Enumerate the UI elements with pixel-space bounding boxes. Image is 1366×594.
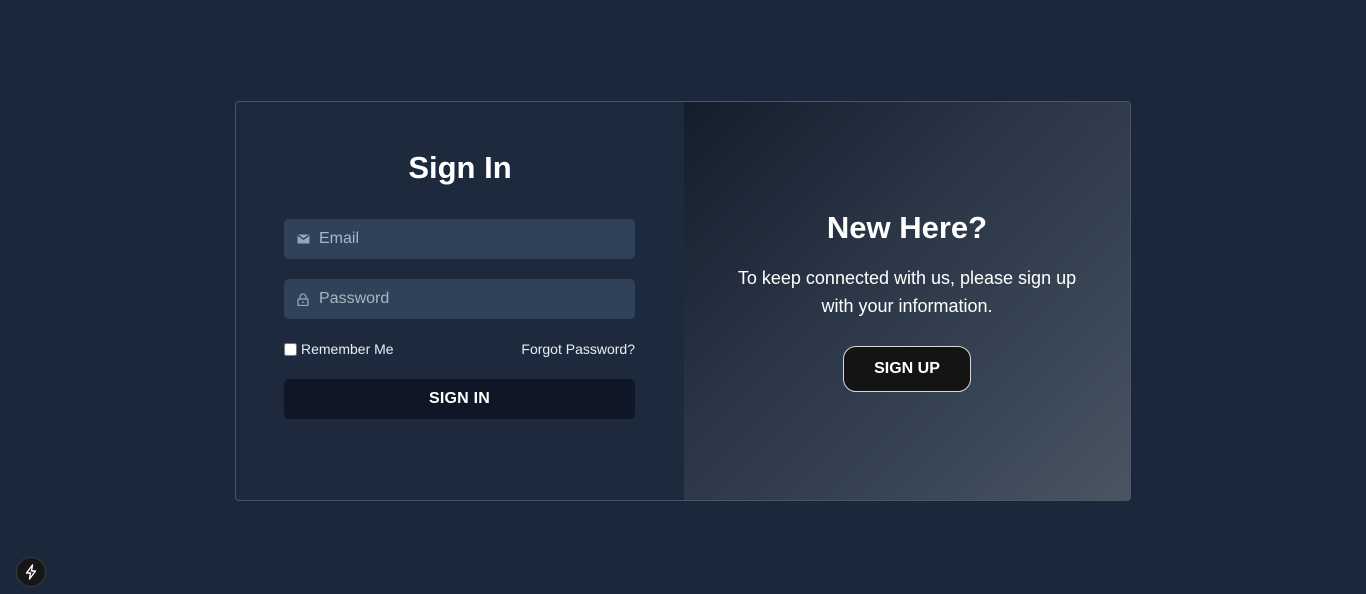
mail-icon bbox=[296, 232, 310, 246]
lightning-bolt-icon[interactable] bbox=[16, 557, 46, 587]
signup-panel-title: New Here? bbox=[826, 210, 988, 245]
remember-label: Remember Me bbox=[301, 341, 394, 357]
forgot-password-link[interactable]: Forgot Password? bbox=[521, 341, 635, 357]
signin-title: Sign In bbox=[408, 150, 512, 185]
signup-button[interactable]: SIGN UP bbox=[843, 346, 971, 392]
signup-panel-text: To keep connected with us, please sign u… bbox=[737, 268, 1077, 316]
password-input[interactable] bbox=[319, 279, 635, 319]
auth-card: Sign In Remembe bbox=[235, 101, 1131, 501]
password-field[interactable] bbox=[284, 279, 635, 319]
email-field[interactable] bbox=[284, 219, 635, 259]
signin-button[interactable]: SIGN IN bbox=[284, 379, 635, 419]
remember-me[interactable]: Remember Me bbox=[284, 341, 394, 357]
signin-panel: Sign In Remembe bbox=[236, 102, 684, 500]
options-row: Remember Me Forgot Password? bbox=[284, 340, 635, 358]
signup-panel: New Here? To keep connected with us, ple… bbox=[684, 102, 1130, 500]
email-input[interactable] bbox=[319, 219, 635, 259]
lock-icon bbox=[296, 292, 310, 306]
remember-checkbox[interactable] bbox=[284, 342, 297, 356]
